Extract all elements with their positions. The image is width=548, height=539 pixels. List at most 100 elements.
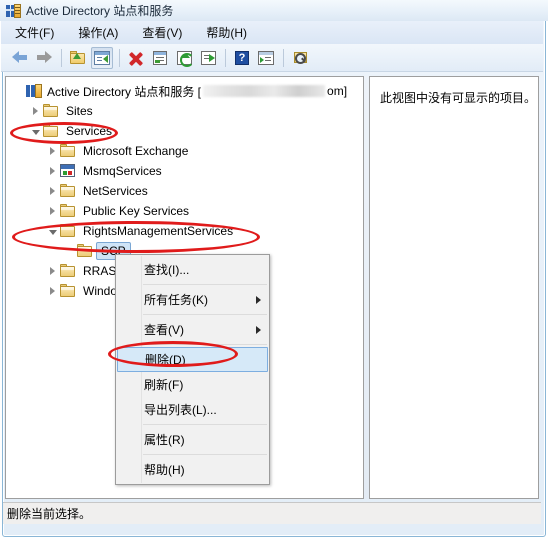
expander-expanded-icon[interactable]: [46, 225, 59, 238]
ctx-delete[interactable]: 删除(D): [117, 347, 268, 372]
ctx-find[interactable]: 查找(I)...: [116, 257, 269, 282]
properties-icon: [153, 50, 167, 65]
menu-help[interactable]: 帮助(H): [206, 22, 257, 43]
tree-item-netservices[interactable]: NetServices: [12, 181, 363, 201]
ad-root-icon: [26, 84, 43, 98]
title-bar: Active Directory 站点和服务: [0, 0, 548, 21]
tree-item-services[interactable]: Services: [12, 121, 363, 141]
tree-root-label-suffix: om]: [327, 84, 348, 98]
ctx-export-list[interactable]: 导出列表(L)...: [116, 397, 269, 422]
tree-item-label: MsmqServices: [83, 164, 162, 178]
toolbar-console-view-button[interactable]: [255, 47, 277, 69]
window-title: Active Directory 站点和服务: [26, 4, 174, 18]
ad-sites-services-icon: [6, 3, 22, 19]
tree-item-msmqservices[interactable]: MsmqServices: [12, 161, 363, 181]
tree-item-microsoft-exchange[interactable]: Microsoft Exchange: [12, 141, 363, 161]
toolbar-back-button[interactable]: [9, 47, 31, 69]
toolbar-export-list-button[interactable]: [197, 47, 219, 69]
ctx-item-label: 查看(V): [144, 323, 184, 337]
folder-icon: [60, 204, 77, 218]
tree-root-row[interactable]: Active Directory 站点和服务 [ om]: [12, 81, 363, 101]
ctx-item-label: 删除(D): [145, 353, 186, 367]
tree-item-label: Microsoft Exchange: [83, 144, 189, 158]
status-bar: 删除当前选择。: [3, 502, 541, 524]
details-list-pane[interactable]: 此视图中没有可显示的项目。: [369, 76, 539, 499]
toolbar-properties-button[interactable]: [149, 47, 171, 69]
expander-expanded-icon[interactable]: [29, 125, 42, 138]
context-menu[interactable]: 查找(I)... 所有任务(K) 查看(V) 删除(D) 刷新(F) 导出列表(…: [115, 254, 270, 485]
list-empty-message: 此视图中没有可显示的项目。: [379, 91, 536, 105]
tree-item-label: Services: [66, 124, 113, 138]
menu-bar: 文件(F) 操作(A) 查看(V) 帮助(H): [1, 21, 543, 44]
context-menu-separator: [143, 424, 267, 425]
submenu-arrow-icon: [256, 295, 261, 304]
context-menu-separator: [143, 454, 267, 455]
ctx-item-label: 帮助(H): [144, 463, 185, 477]
context-menu-separator: [143, 314, 267, 315]
folder-icon: [60, 144, 77, 158]
app-window: Active Directory 站点和服务 文件(F) 操作(A) 查看(V)…: [0, 0, 548, 539]
ctx-all-tasks[interactable]: 所有任务(K): [116, 287, 269, 312]
toolbar-separator: [225, 48, 226, 67]
toolbar-up-one-level-button[interactable]: [67, 47, 89, 69]
toolbar-show-hide-tree-button[interactable]: [91, 46, 113, 69]
menu-action[interactable]: 操作(A): [78, 22, 128, 43]
menu-view[interactable]: 查看(V): [142, 22, 192, 43]
context-menu-separator: [143, 344, 267, 345]
ctx-item-label: 所有任务(K): [144, 293, 208, 307]
toolbar-refresh-button[interactable]: [173, 47, 195, 69]
toolbar-delete-button[interactable]: [125, 47, 147, 69]
ctx-help[interactable]: 帮助(H): [116, 457, 269, 482]
expander-collapsed-icon[interactable]: [46, 185, 59, 198]
folder-icon: [43, 124, 60, 138]
expander-collapsed-icon[interactable]: [29, 105, 42, 118]
refresh-icon: [176, 50, 194, 67]
back-arrow-icon: [12, 51, 28, 64]
submenu-arrow-icon: [256, 325, 261, 334]
toolbar-help-button[interactable]: ?: [231, 47, 253, 69]
context-menu-separator: [143, 284, 267, 285]
folder-icon: [43, 104, 60, 118]
tree-item-label: RRAS: [83, 264, 117, 278]
export-list-icon: [200, 50, 216, 65]
up-one-level-icon: [70, 50, 86, 65]
status-bar-text: 删除当前选择。: [7, 507, 92, 521]
tree-item-sites[interactable]: Sites: [12, 101, 363, 121]
tree-item-label: Public Key Services: [83, 204, 190, 218]
delete-icon: [128, 51, 144, 66]
ctx-refresh[interactable]: 刷新(F): [116, 372, 269, 397]
find-icon: [293, 51, 308, 65]
toolbar-separator: [61, 48, 62, 67]
ctx-item-label: 刷新(F): [144, 378, 184, 392]
folder-icon: [60, 184, 77, 198]
folder-icon: [60, 224, 77, 238]
tree-item-label: NetServices: [83, 184, 148, 198]
toolbar-separator: [119, 48, 120, 67]
tree-item-rightsmanagementservices[interactable]: RightsManagementServices: [12, 221, 363, 241]
ctx-view[interactable]: 查看(V): [116, 317, 269, 342]
expander-collapsed-icon[interactable]: [46, 265, 59, 278]
folder-icon: [60, 264, 77, 278]
console-view-icon: [258, 50, 274, 65]
tree-item-public-key-services[interactable]: Public Key Services: [12, 201, 363, 221]
redacted-domain-name: [203, 85, 326, 97]
content-area: Active Directory 站点和服务 [ om] Sites Servi…: [5, 76, 539, 499]
tree-root-expander[interactable]: [12, 85, 25, 98]
show-hide-console-tree-icon: [94, 50, 110, 65]
help-icon: ?: [235, 50, 249, 65]
ctx-item-label: 查找(I)...: [144, 263, 190, 277]
expander-collapsed-icon[interactable]: [46, 145, 59, 158]
expander-collapsed-icon[interactable]: [46, 205, 59, 218]
menu-file[interactable]: 文件(F): [15, 22, 64, 43]
folder-icon: [77, 244, 94, 258]
toolbar-find-button[interactable]: [289, 47, 311, 69]
expander-collapsed-icon[interactable]: [46, 285, 59, 298]
expander-collapsed-icon[interactable]: [46, 165, 59, 178]
ctx-item-label: 导出列表(L)...: [144, 403, 217, 417]
forward-arrow-icon: [36, 51, 52, 64]
msmq-icon: [60, 164, 77, 178]
tree-root-label: Active Directory 站点和服务 [: [47, 84, 202, 99]
expander-placeholder: [63, 245, 76, 258]
ctx-properties[interactable]: 属性(R): [116, 427, 269, 452]
toolbar-forward-button[interactable]: [33, 47, 55, 69]
